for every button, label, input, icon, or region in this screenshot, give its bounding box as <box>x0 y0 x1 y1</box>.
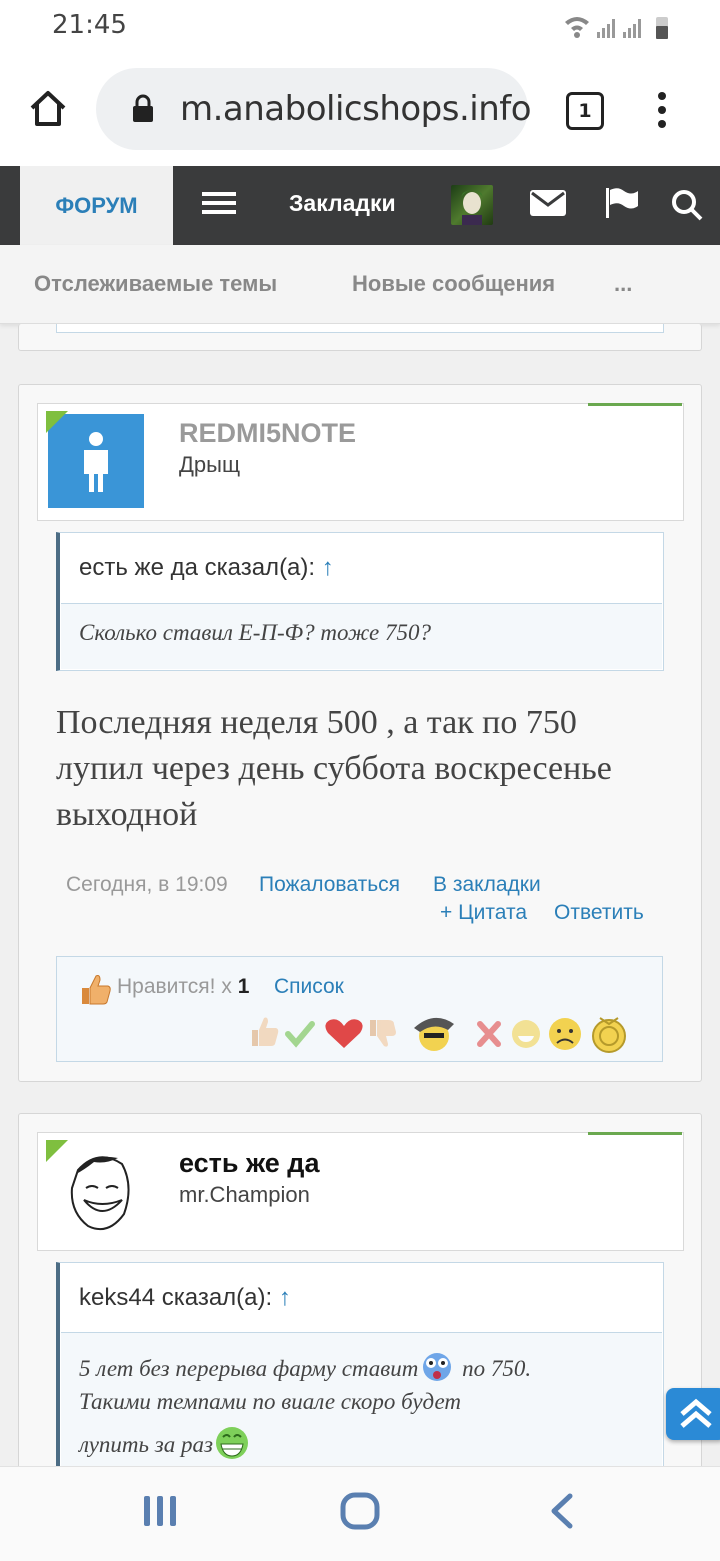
quote-jump-arrow[interactable]: ↑ <box>279 1284 291 1311</box>
nav-bookmarks[interactable]: Закладки <box>289 190 396 217</box>
sad-reaction-icon <box>549 1018 581 1050</box>
online-indicator-line <box>588 1132 682 1135</box>
reaction-bar <box>252 1017 626 1053</box>
lock-icon <box>133 94 153 122</box>
post-1-user-title: Дрыщ <box>179 452 241 477</box>
post-2-quote-line-1: 5 лет без перерыва фарму ставит по 750. <box>79 1352 531 1382</box>
quote-action-link[interactable]: + Цитата <box>440 901 527 925</box>
post-1-username[interactable]: REDMI5NOTE <box>179 418 356 449</box>
subnav-watched-threads[interactable]: Отслеживаемые темы <box>34 271 277 297</box>
post-2-quote-author: keks44 сказал(а): ↑ <box>79 1284 291 1311</box>
online-corner-badge <box>46 411 68 433</box>
subnav-more[interactable]: ... <box>614 271 632 297</box>
home-button-icon[interactable] <box>340 1492 380 1530</box>
check-reaction-icon <box>285 1021 315 1048</box>
post-2-username[interactable]: есть же да <box>179 1148 319 1179</box>
post-1-body: Последняя неделя 500 , а так по 750 лупи… <box>56 704 612 833</box>
heart-reaction-icon <box>325 1019 363 1048</box>
battery-icon <box>656 17 668 39</box>
cross-reaction-icon <box>477 1021 501 1047</box>
back-icon[interactable] <box>548 1492 576 1530</box>
report-link[interactable]: Пожаловаться <box>259 873 400 897</box>
dislike-reaction-icon <box>370 1020 396 1047</box>
post-1-quote-author: есть же да сказал(а): ↑ <box>79 554 334 581</box>
joker-avatar-icon <box>461 190 483 225</box>
likes-list-link[interactable]: Список <box>274 975 344 999</box>
grinning-smiley-icon <box>215 1427 248 1459</box>
menu-dots-icon[interactable] <box>654 90 670 130</box>
flag-icon[interactable] <box>604 186 638 220</box>
post-2-quote-line-2: Такими темпами по виале скоро будет <box>79 1389 461 1414</box>
quote-jump-arrow[interactable]: ↑ <box>322 554 334 581</box>
scroll-top-button[interactable] <box>666 1388 720 1440</box>
grin-reaction-icon <box>512 1020 540 1048</box>
signal-icon-1 <box>597 19 615 38</box>
likes-summary: Нравится! x 1 <box>117 975 250 998</box>
online-corner-badge <box>46 1140 68 1162</box>
previous-likes-box <box>56 324 664 333</box>
post-2-quote-line-3: лупить за раз <box>79 1426 251 1460</box>
search-icon[interactable] <box>670 188 704 222</box>
tab-forum[interactable]: ФОРУМ <box>20 166 173 245</box>
status-time: 21:45 <box>52 10 127 40</box>
medal-reaction-icon <box>592 1017 626 1053</box>
cool-reaction-icon <box>414 1017 454 1051</box>
online-indicator-line <box>588 403 682 406</box>
post-1-quote-text: Сколько ставил Е-П-Ф? тоже 750? <box>79 620 431 645</box>
recent-apps-icon[interactable] <box>142 1494 178 1528</box>
home-icon[interactable] <box>28 88 68 128</box>
hamburger-menu-icon[interactable] <box>202 192 236 214</box>
mail-icon[interactable] <box>530 190 566 216</box>
user-avatar[interactable] <box>451 185 493 225</box>
status-icons <box>565 17 668 39</box>
reply-link[interactable]: Ответить <box>554 901 644 925</box>
wifi-icon <box>565 17 589 38</box>
double-chevron-up-icon <box>680 1398 712 1428</box>
post-2-user-title: mr.Champion <box>179 1182 310 1207</box>
shocked-smiley-icon <box>423 1353 452 1381</box>
tab-switcher-button[interactable]: 1 <box>566 92 604 130</box>
subnav-new-posts[interactable]: Новые сообщения <box>352 271 555 297</box>
bookmark-link[interactable]: В закладки <box>433 873 541 897</box>
post-1-timestamp[interactable]: Сегодня, в 19:09 <box>66 873 228 897</box>
url-text[interactable]: m.anabolicshops.info <box>180 89 532 129</box>
like-reaction-icon <box>252 1017 279 1046</box>
signal-icon-2 <box>623 19 641 38</box>
thumbs-up-icon <box>82 975 111 1005</box>
